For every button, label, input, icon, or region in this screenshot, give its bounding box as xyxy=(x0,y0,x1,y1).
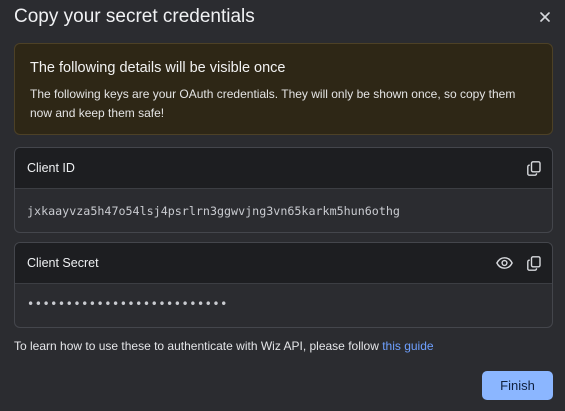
close-button[interactable] xyxy=(537,9,553,25)
close-icon xyxy=(540,12,550,22)
client-secret-panel: Client Secret •••••••••••••••••••••••••• xyxy=(14,242,553,328)
client-id-label: Client ID xyxy=(27,161,75,175)
guide-link[interactable]: this guide xyxy=(382,339,433,353)
client-id-value[interactable]: jxkaayvza5h47o54lsj4psrlrn3ggwvjng3vn65k… xyxy=(27,203,400,219)
client-id-header: Client ID xyxy=(15,148,552,189)
client-secret-masked-value[interactable]: •••••••••••••••••••••••••• xyxy=(27,296,228,312)
dialog-title: Copy your secret credentials xyxy=(14,6,255,27)
reveal-secret-button[interactable] xyxy=(495,254,513,272)
client-secret-header: Client Secret xyxy=(15,243,552,284)
copy-icon xyxy=(527,255,541,271)
warning-alert: The following details will be visible on… xyxy=(14,43,553,135)
client-secret-label: Client Secret xyxy=(27,256,99,270)
finish-button[interactable]: Finish xyxy=(482,371,553,400)
eye-icon xyxy=(495,257,513,269)
copy-client-id-button[interactable] xyxy=(525,159,543,177)
footer-text: To learn how to use these to authenticat… xyxy=(14,339,383,353)
footer-instructions: To learn how to use these to authenticat… xyxy=(14,338,434,354)
credentials-dialog: Copy your secret credentials The followi… xyxy=(0,0,565,411)
copy-icon xyxy=(527,160,541,176)
copy-client-secret-button[interactable] xyxy=(525,254,543,272)
alert-body: The following keys are your OAuth creden… xyxy=(30,87,516,120)
alert-title: The following details will be visible on… xyxy=(30,60,286,76)
client-id-panel: Client ID jxkaayvza5h47o54lsj4psrlrn3ggw… xyxy=(14,147,553,233)
